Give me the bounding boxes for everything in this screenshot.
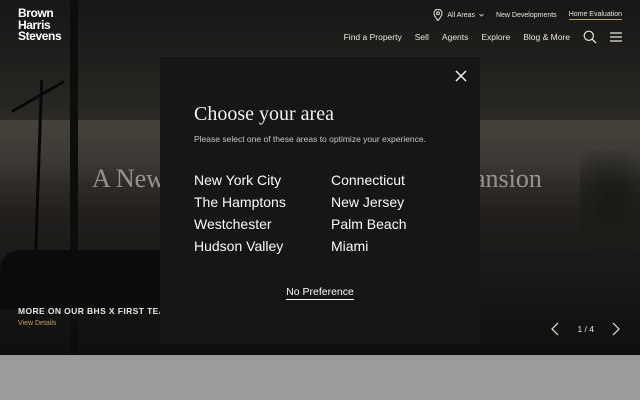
area-list-right: Connecticut New Jersey Palm Beach Miami bbox=[331, 172, 406, 254]
brand-logo[interactable]: Brown Harris Stevens bbox=[18, 7, 62, 43]
nav-item-explore[interactable]: Explore bbox=[481, 32, 510, 42]
area-modal: Choose your area Please select one of th… bbox=[160, 57, 480, 344]
page: A New ansion Brown Harris Stevens All Ar… bbox=[0, 0, 640, 400]
area-list-left: New York City The Hamptons Westchester H… bbox=[194, 172, 286, 254]
nav-item-sell[interactable]: Sell bbox=[415, 32, 429, 42]
main-nav: Find a Property Sell Agents Explore Blog… bbox=[344, 30, 622, 44]
no-preference-container: No Preference bbox=[160, 282, 480, 300]
modal-subtitle: Please select one of these areas to opti… bbox=[194, 134, 426, 144]
area-option-connecticut[interactable]: Connecticut bbox=[331, 172, 406, 188]
location-pin-icon bbox=[433, 9, 443, 21]
chevron-right-icon[interactable] bbox=[612, 322, 620, 336]
hamburger-menu-icon[interactable] bbox=[610, 32, 622, 42]
feature-title: MORE ON OUR BHS X FIRST TEAM bbox=[18, 306, 173, 316]
search-icon[interactable] bbox=[583, 30, 597, 44]
nav-item-blog-more[interactable]: Blog & More bbox=[523, 32, 570, 42]
area-selector[interactable]: All Areas bbox=[433, 9, 484, 21]
area-option-westchester[interactable]: Westchester bbox=[194, 216, 286, 232]
home-evaluation-link[interactable]: Home Evaluation bbox=[568, 11, 622, 20]
new-developments-link[interactable]: New Developments bbox=[496, 12, 557, 19]
no-preference-button[interactable]: No Preference bbox=[286, 286, 354, 300]
nav-item-agents[interactable]: Agents bbox=[442, 32, 468, 42]
modal-title: Choose your area bbox=[194, 103, 334, 125]
close-icon[interactable] bbox=[454, 69, 468, 83]
area-option-the-hamptons[interactable]: The Hamptons bbox=[194, 194, 286, 210]
chevron-left-icon[interactable] bbox=[551, 322, 559, 336]
area-option-hudson-valley[interactable]: Hudson Valley bbox=[194, 238, 286, 254]
area-option-palm-beach[interactable]: Palm Beach bbox=[331, 216, 406, 232]
area-option-new-jersey[interactable]: New Jersey bbox=[331, 194, 406, 210]
logo-line-3: Stevens bbox=[18, 29, 62, 43]
area-option-miami[interactable]: Miami bbox=[331, 238, 406, 254]
carousel-pager: 1 / 4 bbox=[551, 322, 620, 336]
hero-headline-right: ansion bbox=[474, 164, 542, 193]
area-option-new-york-city[interactable]: New York City bbox=[194, 172, 286, 188]
area-selector-label: All Areas bbox=[447, 11, 475, 19]
utility-bar: All Areas New Developments Home Evaluati… bbox=[433, 9, 622, 21]
chevron-down-icon bbox=[479, 13, 484, 17]
pager-count: 1 / 4 bbox=[577, 324, 594, 334]
nav-item-find-a-property[interactable]: Find a Property bbox=[344, 32, 402, 42]
view-details-link[interactable]: View Details bbox=[18, 320, 56, 327]
hero-headline-left: A New bbox=[92, 164, 165, 193]
